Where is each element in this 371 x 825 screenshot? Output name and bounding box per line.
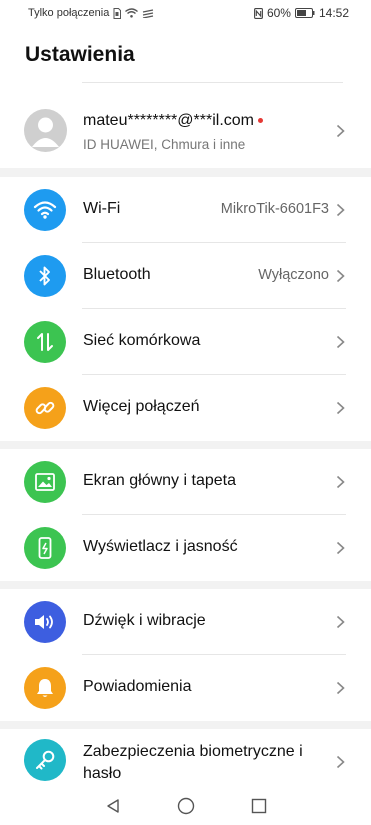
chevron-right-icon xyxy=(336,541,345,555)
settings-item-label: Sieć komórkowa xyxy=(83,332,201,349)
wifi-icon xyxy=(24,189,66,231)
settings-item-label: Więcej połączeń xyxy=(83,398,200,415)
key-icon xyxy=(24,739,66,781)
clock: 14:52 xyxy=(318,6,349,20)
chevron-right-icon xyxy=(336,475,345,489)
notification-dot xyxy=(257,118,263,124)
settings-item-label: Zabezpieczenia biometryczne i hasło xyxy=(83,743,303,782)
settings-item-home-screen-wallpaper[interactable]: Ekran główny i tapeta xyxy=(0,449,371,515)
wifi-signal-icon xyxy=(125,8,139,18)
settings-item-label: Bluetooth xyxy=(83,266,151,283)
settings-item-label: Powiadomienia xyxy=(83,678,192,695)
display-group: Ekran główny i tapeta Wyświetlacz i jasn… xyxy=(0,449,371,581)
chevron-right-icon xyxy=(336,269,345,283)
settings-item-biometrics-password[interactable]: Zabezpieczenia biometryczne i hasło xyxy=(0,729,371,787)
avatar xyxy=(24,109,67,152)
connections-group: Wi-Fi MikroTik-6601F3 Bluetooth Wyłączon… xyxy=(0,177,371,441)
settings-item-display-brightness[interactable]: Wyświetlacz i jasność xyxy=(0,515,371,581)
battery-icon xyxy=(294,8,315,18)
settings-item-label: Wi-Fi xyxy=(83,200,121,217)
account-subtitle: ID HUAWEI, Chmura i inne xyxy=(83,137,246,152)
link-icon xyxy=(24,387,66,429)
recents-square-icon xyxy=(251,798,266,814)
page-title: Ustawienia xyxy=(25,43,135,66)
home-circle-icon xyxy=(177,797,194,815)
chevron-right-icon xyxy=(336,615,345,629)
chevron-right-icon xyxy=(336,335,345,349)
display-brightness-icon xyxy=(24,527,66,569)
chevron-right-icon xyxy=(336,681,345,695)
home-button[interactable] xyxy=(177,797,195,815)
wallpaper-icon xyxy=(24,461,66,503)
chevron-right-icon xyxy=(336,203,345,217)
mobile-data-icon xyxy=(24,321,66,363)
system-navigation-bar xyxy=(0,787,371,825)
chevron-right-icon xyxy=(336,401,345,415)
settings-header: Ustawienia xyxy=(0,26,371,106)
bell-icon xyxy=(24,667,66,709)
settings-item-label: Dźwięk i wibracje xyxy=(83,612,206,629)
settings-item-more-connections[interactable]: Więcej połączeń xyxy=(0,375,371,441)
data-saver-icon xyxy=(142,8,154,18)
battery-percent: 60% xyxy=(266,6,291,20)
settings-item-label: Ekran główny i tapeta xyxy=(83,472,236,489)
account-email: mateu********@***il.com xyxy=(83,112,263,130)
divider xyxy=(82,82,343,83)
back-triangle-icon xyxy=(106,799,119,813)
settings-item-wifi[interactable]: Wi-Fi MikroTik-6601F3 xyxy=(0,177,371,243)
chevron-right-icon xyxy=(336,124,345,138)
back-button[interactable] xyxy=(105,798,121,814)
sound-notifications-group: Dźwięk i wibracje Powiadomienia xyxy=(0,589,371,721)
chevron-right-icon xyxy=(336,755,345,769)
sim-icon xyxy=(113,7,122,19)
settings-item-mobile-network[interactable]: Sieć komórkowa xyxy=(0,309,371,375)
bluetooth-status: Wyłączono xyxy=(258,267,329,283)
status-bar: Tylko połączenia 60% 14:52 xyxy=(0,0,371,26)
settings-item-label: Wyświetlacz i jasność xyxy=(83,538,238,555)
nfc-icon xyxy=(253,7,263,19)
sound-icon xyxy=(24,601,66,643)
security-group: Zabezpieczenia biometryczne i hasło xyxy=(0,729,371,787)
settings-item-notifications[interactable]: Powiadomienia xyxy=(0,655,371,721)
settings-item-bluetooth[interactable]: Bluetooth Wyłączono xyxy=(0,243,371,309)
huawei-id-account-row[interactable]: mateu********@***il.com ID HUAWEI, Chmur… xyxy=(0,106,371,168)
settings-item-sound-vibration[interactable]: Dźwięk i wibracje xyxy=(0,589,371,655)
carrier-text: Tylko połączenia xyxy=(28,7,110,19)
recent-apps-button[interactable] xyxy=(251,798,267,814)
bluetooth-icon xyxy=(24,255,66,297)
wifi-network-name: MikroTik-6601F3 xyxy=(220,201,329,217)
